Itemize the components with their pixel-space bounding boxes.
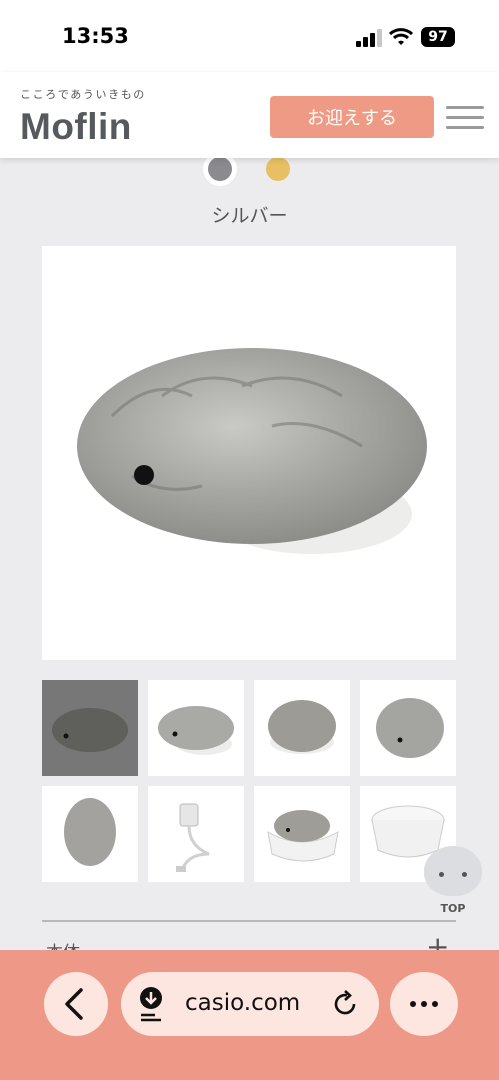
back-to-top-button[interactable]: TOP [424,846,482,916]
color-swatch-silver[interactable] [208,157,232,181]
product-thumbnail-4[interactable] [360,680,456,776]
hamburger-menu-icon[interactable] [446,104,486,132]
chevron-left-icon [65,988,83,1020]
status-time: 13:53 [62,24,129,48]
product-thumbnail-6[interactable] [148,786,244,882]
moflin-logo[interactable]: Moflin [20,106,132,148]
product-thumbnail-3[interactable] [254,680,350,776]
color-swatch-gold[interactable] [266,157,290,181]
product-thumbnail-1[interactable] [42,680,138,776]
brand-tagline: こころであういきもの [20,88,146,101]
back-to-top-label: TOP [440,902,466,915]
section-divider [42,920,456,922]
welcome-button[interactable]: お迎えする [270,96,434,138]
download-icon [140,987,162,1022]
product-thumbnail-7[interactable] [254,786,350,882]
more-options-icon[interactable] [390,972,458,1036]
status-bar: 13:53 97 [0,0,499,72]
address-bar[interactable]: casio.com [121,972,379,1036]
product-thumbnail-2[interactable] [148,680,244,776]
browser-back-button[interactable] [44,972,108,1036]
wifi-icon [389,28,413,45]
moflin-face-icon [424,846,482,896]
selected-color-name: シルバー [211,205,288,227]
cellular-signal-icon [356,29,384,47]
site-header: こころであういきもの Moflin お迎えする [0,72,499,158]
product-main-image[interactable] [42,246,456,660]
url-text: casio.com [185,990,301,1016]
battery-indicator: 97 [421,27,455,47]
reload-icon[interactable] [332,990,360,1018]
product-thumbnail-5[interactable] [42,786,138,882]
